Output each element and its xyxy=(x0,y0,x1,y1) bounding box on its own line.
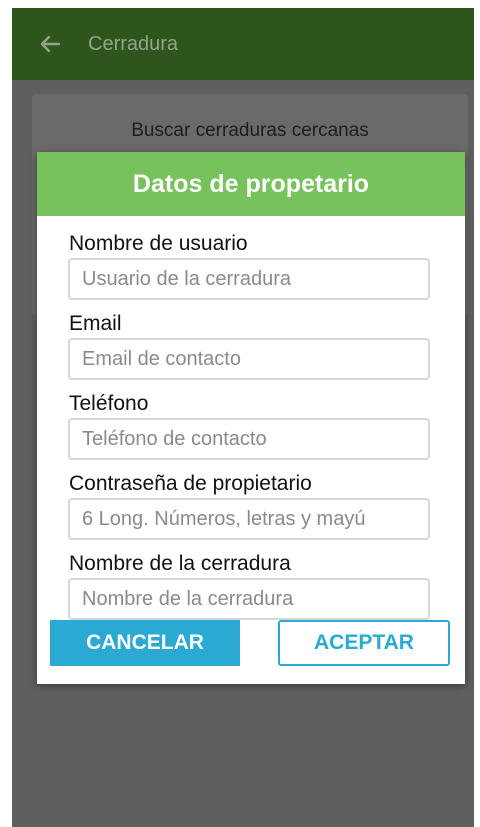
app-bar: Cerradura xyxy=(12,8,474,80)
lock-name-input[interactable] xyxy=(68,578,430,620)
cancel-button[interactable]: CANCELAR xyxy=(50,620,240,666)
username-label: Nombre de usuario xyxy=(69,232,248,255)
accept-button[interactable]: ACEPTAR xyxy=(278,620,450,666)
lock-name-label: Nombre de la cerradura xyxy=(69,552,291,575)
dialog-actions: CANCELAR ACEPTAR xyxy=(37,620,465,666)
email-input[interactable] xyxy=(68,338,430,380)
owner-data-dialog: Datos de propetario Nombre de usuario Em… xyxy=(37,152,465,684)
phone-label: Teléfono xyxy=(69,392,149,415)
owner-password-input[interactable] xyxy=(68,498,430,540)
owner-password-label: Contraseña de propietario xyxy=(69,472,312,495)
owner-form: Nombre de usuario Email Teléfono Contras… xyxy=(37,216,465,620)
email-label: Email xyxy=(69,312,122,335)
dialog-title: Datos de propetario xyxy=(37,152,465,216)
app-title: Cerradura xyxy=(88,32,179,55)
username-input[interactable] xyxy=(68,258,430,300)
back-arrow-icon[interactable] xyxy=(36,30,64,58)
app-screen: Cerradura Buscar cerraduras cercanas Dat… xyxy=(12,8,474,827)
search-nearby-label: Buscar cerraduras cercanas xyxy=(131,120,369,141)
phone-input[interactable] xyxy=(68,418,430,460)
